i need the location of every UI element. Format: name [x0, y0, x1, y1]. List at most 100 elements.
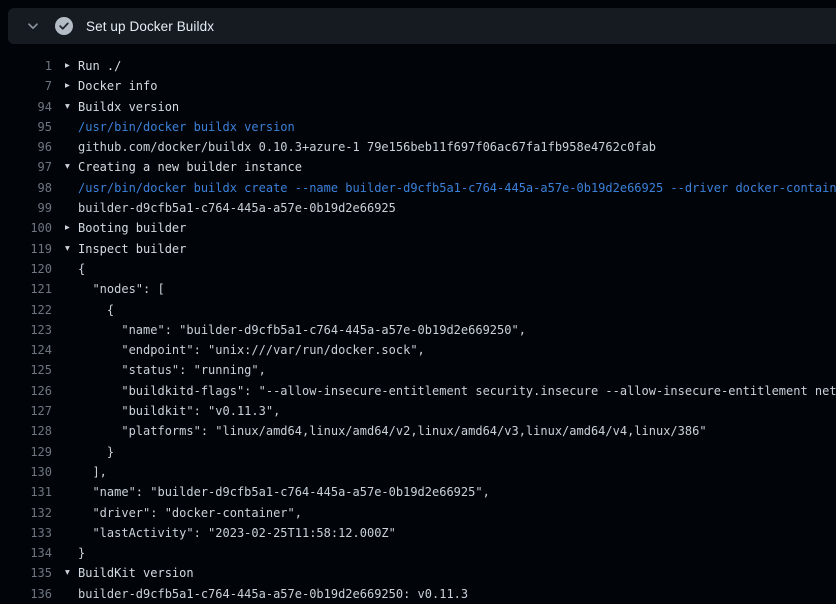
log-line-text: {: [78, 300, 836, 320]
group-toggle-icon: [52, 259, 78, 279]
group-toggle-icon: [52, 503, 78, 523]
log-line: 95 /usr/bin/docker buildx version: [0, 117, 836, 137]
log-line-number[interactable]: 127: [0, 401, 52, 421]
log-line: 94 ▾ Buildx version: [0, 97, 836, 117]
log-line-number[interactable]: 123: [0, 320, 52, 340]
log-line-number[interactable]: 97: [0, 157, 52, 177]
log-line-text: builder-d9cfb5a1-c764-445a-a57e-0b19d2e6…: [78, 198, 836, 218]
log-line-text: {: [78, 259, 836, 279]
log-line-text: "name": "builder-d9cfb5a1-c764-445a-a57e…: [78, 482, 836, 502]
log-line-text: }: [78, 442, 836, 462]
group-toggle-icon: [52, 523, 78, 543]
log-line-text: /usr/bin/docker buildx version: [78, 117, 836, 137]
log-line: 97 ▾ Creating a new builder instance: [0, 157, 836, 177]
log-line-number[interactable]: 126: [0, 381, 52, 401]
log-line-number[interactable]: 1: [0, 56, 52, 76]
log-line-text[interactable]: Booting builder: [78, 218, 836, 238]
log-line-number[interactable]: 132: [0, 503, 52, 523]
log-line: 123 "name": "builder-d9cfb5a1-c764-445a-…: [0, 320, 836, 340]
log-line-number[interactable]: 134: [0, 543, 52, 563]
group-toggle-icon: [52, 340, 78, 360]
log-line-number[interactable]: 121: [0, 279, 52, 299]
log-line: 133 "lastActivity": "2023-02-25T11:58:12…: [0, 523, 836, 543]
log-line-number[interactable]: 95: [0, 117, 52, 137]
log-line-text: ],: [78, 462, 836, 482]
group-toggle-icon: [52, 279, 78, 299]
group-toggle-icon: [52, 198, 78, 218]
log-line-text: "endpoint": "unix:///var/run/docker.sock…: [78, 340, 836, 360]
log-line: 121 "nodes": [: [0, 279, 836, 299]
group-toggle-icon: [52, 117, 78, 137]
log-line-text: /usr/bin/docker buildx create --name bui…: [78, 178, 836, 198]
log-line-number[interactable]: 131: [0, 482, 52, 502]
log-line-text: "lastActivity": "2023-02-25T11:58:12.000…: [78, 523, 836, 543]
step-header[interactable]: Set up Docker Buildx: [8, 8, 836, 44]
log-line-number[interactable]: 136: [0, 584, 52, 604]
log-line-text: "name": "builder-d9cfb5a1-c764-445a-a57e…: [78, 320, 836, 340]
log-line-number[interactable]: 7: [0, 76, 52, 96]
log-line-text[interactable]: Buildx version: [78, 97, 836, 117]
group-toggle-icon: [52, 137, 78, 157]
log-line-text[interactable]: Inspect builder: [78, 239, 836, 259]
group-toggle-icon: [52, 381, 78, 401]
log-line-number[interactable]: 94: [0, 97, 52, 117]
log-line-number[interactable]: 100: [0, 218, 52, 238]
log-line-text: builder-d9cfb5a1-c764-445a-a57e-0b19d2e6…: [78, 584, 836, 604]
log-line: 126 "buildkitd-flags": "--allow-insecure…: [0, 381, 836, 401]
log-line: 96 github.com/docker/buildx 0.10.3+azure…: [0, 137, 836, 157]
group-toggle-icon[interactable]: ▾: [52, 239, 78, 259]
log-lines: 1 ▸ Run ./ 7 ▸ Docker info 94 ▾ Buildx v…: [0, 44, 836, 604]
log-line-number[interactable]: 133: [0, 523, 52, 543]
chevron-down-icon[interactable]: [24, 17, 42, 35]
log-line-number[interactable]: 125: [0, 360, 52, 380]
log-line-number[interactable]: 135: [0, 563, 52, 583]
log-line-text: "buildkitd-flags": "--allow-insecure-ent…: [78, 381, 836, 401]
log-line: 100 ▸ Booting builder: [0, 218, 836, 238]
log-line-text[interactable]: Run ./: [78, 56, 836, 76]
log-line-text[interactable]: Docker info: [78, 76, 836, 96]
log-line: 130 ],: [0, 462, 836, 482]
group-toggle-icon: [52, 482, 78, 502]
group-toggle-icon: [52, 300, 78, 320]
group-toggle-icon[interactable]: ▸: [52, 76, 78, 96]
log-line: 98 /usr/bin/docker buildx create --name …: [0, 178, 836, 198]
group-toggle-icon: [52, 421, 78, 441]
log-line: 7 ▸ Docker info: [0, 76, 836, 96]
log-line: 124 "endpoint": "unix:///var/run/docker.…: [0, 340, 836, 360]
group-toggle-icon: [52, 401, 78, 421]
group-toggle-icon[interactable]: ▾: [52, 157, 78, 177]
group-toggle-icon[interactable]: ▾: [52, 563, 78, 583]
log-line-number[interactable]: 99: [0, 198, 52, 218]
log-line-number[interactable]: 128: [0, 421, 52, 441]
log-line-text[interactable]: BuildKit version: [78, 563, 836, 583]
log-line: 132 "driver": "docker-container",: [0, 503, 836, 523]
log-line-number[interactable]: 120: [0, 259, 52, 279]
log-line: 128 "platforms": "linux/amd64,linux/amd6…: [0, 421, 836, 441]
log-line-text: "status": "running",: [78, 360, 836, 380]
group-toggle-icon: [52, 320, 78, 340]
log-line-number[interactable]: 122: [0, 300, 52, 320]
log-line-number[interactable]: 124: [0, 340, 52, 360]
log-line-text[interactable]: Creating a new builder instance: [78, 157, 836, 177]
group-toggle-icon: [52, 178, 78, 198]
group-toggle-icon: [52, 543, 78, 563]
log-line: 136 builder-d9cfb5a1-c764-445a-a57e-0b19…: [0, 584, 836, 604]
log-line-number[interactable]: 119: [0, 239, 52, 259]
log-line-text: "buildkit": "v0.11.3",: [78, 401, 836, 421]
step-title: Set up Docker Buildx: [86, 19, 214, 34]
log-line-number[interactable]: 96: [0, 137, 52, 157]
group-toggle-icon[interactable]: ▸: [52, 218, 78, 238]
log-line-number[interactable]: 130: [0, 462, 52, 482]
log-line-text: }: [78, 543, 836, 563]
step-success-icon: [55, 17, 73, 35]
log-line-number[interactable]: 129: [0, 442, 52, 462]
log-line: 120 {: [0, 259, 836, 279]
group-toggle-icon: [52, 442, 78, 462]
group-toggle-icon[interactable]: ▾: [52, 97, 78, 117]
group-toggle-icon: [52, 584, 78, 604]
log-line-number[interactable]: 98: [0, 178, 52, 198]
log-line: 119 ▾ Inspect builder: [0, 239, 836, 259]
group-toggle-icon[interactable]: ▸: [52, 56, 78, 76]
log-line: 127 "buildkit": "v0.11.3",: [0, 401, 836, 421]
log-line-text: github.com/docker/buildx 0.10.3+azure-1 …: [78, 137, 836, 157]
